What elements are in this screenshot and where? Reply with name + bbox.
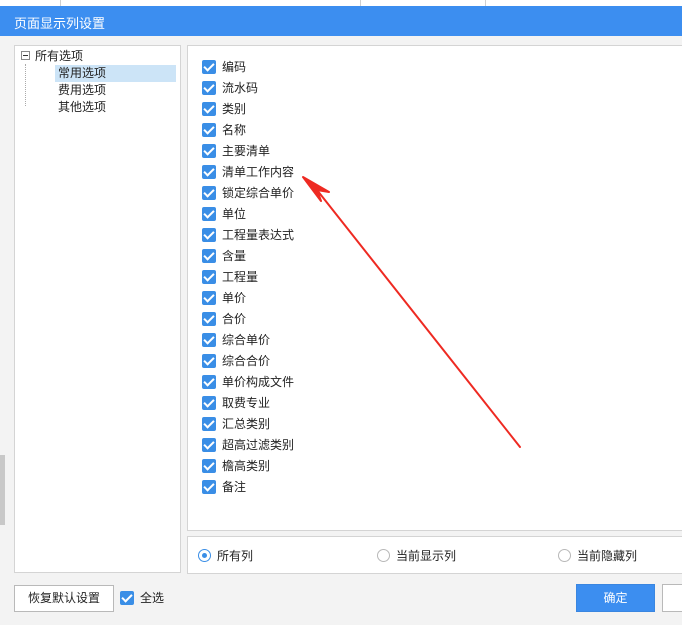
tree-node-fee-options[interactable]: 费用选项 xyxy=(55,82,109,99)
checkbox-checked-icon[interactable] xyxy=(202,290,216,305)
tree-node-label: 常用选项 xyxy=(58,66,107,80)
column-label: 单价构成文件 xyxy=(222,375,295,389)
column-item[interactable]: 单价构成文件 xyxy=(202,373,294,391)
cancel-button[interactable] xyxy=(662,584,682,612)
radio-selected-icon[interactable] xyxy=(198,549,211,562)
column-item[interactable]: 工程量表达式 xyxy=(202,226,294,244)
radio-shown-columns[interactable]: 当前显示列 xyxy=(377,547,456,565)
dialog-title: 页面显示列设置 xyxy=(14,17,106,32)
column-item[interactable]: 超高过滤类别 xyxy=(202,436,294,454)
column-label: 单位 xyxy=(222,207,247,221)
checkbox-checked-icon[interactable] xyxy=(202,164,216,179)
column-item[interactable]: 锁定综合单价 xyxy=(202,184,294,202)
tree-node-label: 所有选项 xyxy=(35,49,84,63)
tree-node-label: 其他选项 xyxy=(58,100,107,114)
column-label: 类别 xyxy=(222,102,247,116)
column-label: 锁定综合单价 xyxy=(222,186,295,200)
select-all-checkbox[interactable]: 全选 xyxy=(120,589,164,607)
column-label: 主要清单 xyxy=(222,144,271,158)
column-item[interactable]: 编码 xyxy=(202,58,246,76)
checkbox-checked-icon[interactable] xyxy=(202,311,216,326)
checkbox-checked-icon[interactable] xyxy=(202,143,216,158)
checkbox-checked-icon[interactable] xyxy=(202,479,216,494)
column-label: 单价 xyxy=(222,291,247,305)
column-item[interactable]: 名称 xyxy=(202,121,246,139)
checkbox-checked-icon[interactable] xyxy=(202,80,216,95)
radio-unselected-icon[interactable] xyxy=(558,549,571,562)
checkbox-checked-icon[interactable] xyxy=(202,227,216,242)
checkbox-checked-icon[interactable] xyxy=(202,395,216,410)
column-item[interactable]: 汇总类别 xyxy=(202,415,270,433)
column-label: 编码 xyxy=(222,60,247,74)
column-item[interactable]: 取费专业 xyxy=(202,394,270,412)
radio-label: 所有列 xyxy=(217,549,254,563)
tree-node-all-options[interactable]: 所有选项 xyxy=(21,48,83,65)
checkbox-checked-icon[interactable] xyxy=(202,185,216,200)
ok-button[interactable]: 确定 xyxy=(576,584,655,612)
column-item[interactable]: 单价 xyxy=(202,289,246,307)
column-item[interactable]: 合价 xyxy=(202,310,246,328)
radio-label: 当前显示列 xyxy=(396,549,457,563)
column-item[interactable]: 单位 xyxy=(202,205,246,223)
column-label: 含量 xyxy=(222,249,247,263)
column-item[interactable]: 综合单价 xyxy=(202,331,270,349)
dialog-titlebar[interactable]: 页面显示列设置 xyxy=(0,6,682,36)
checkbox-checked-icon[interactable] xyxy=(202,437,216,452)
column-item[interactable]: 流水码 xyxy=(202,79,258,97)
checkbox-checked-icon[interactable] xyxy=(202,122,216,137)
column-item[interactable]: 工程量 xyxy=(202,268,258,286)
radio-unselected-icon[interactable] xyxy=(377,549,390,562)
checkbox-checked-icon[interactable] xyxy=(202,416,216,431)
checkbox-checked-icon[interactable] xyxy=(202,59,216,74)
column-item[interactable]: 主要清单 xyxy=(202,142,270,160)
tree-node-common-options[interactable]: 常用选项 xyxy=(55,65,176,82)
restore-defaults-button[interactable]: 恢复默认设置 xyxy=(14,585,114,612)
column-item[interactable]: 清单工作内容 xyxy=(202,163,294,181)
column-filter-bar: 所有列 当前显示列 当前隐藏列 xyxy=(187,536,682,574)
radio-all-columns[interactable]: 所有列 xyxy=(198,547,253,565)
checkbox-checked-icon[interactable] xyxy=(120,590,134,605)
column-label: 备注 xyxy=(222,480,247,494)
column-label: 流水码 xyxy=(222,81,259,95)
background-window-edge xyxy=(0,455,5,525)
tree-node-label: 费用选项 xyxy=(58,83,107,97)
column-item[interactable]: 综合合价 xyxy=(202,352,270,370)
checkbox-checked-icon[interactable] xyxy=(202,353,216,368)
tree-node-other-options[interactable]: 其他选项 xyxy=(55,99,109,116)
column-label: 檐高类别 xyxy=(222,459,271,473)
checkbox-checked-icon[interactable] xyxy=(202,206,216,221)
select-all-label: 全选 xyxy=(140,591,165,605)
column-label: 工程量 xyxy=(222,270,259,284)
column-label: 超高过滤类别 xyxy=(222,438,295,452)
checkbox-checked-icon[interactable] xyxy=(202,269,216,284)
checkbox-checked-icon[interactable] xyxy=(202,458,216,473)
column-label: 综合合价 xyxy=(222,354,271,368)
radio-hidden-columns[interactable]: 当前隐藏列 xyxy=(558,547,637,565)
column-label: 工程量表达式 xyxy=(222,228,295,242)
column-item[interactable]: 檐高类别 xyxy=(202,457,270,475)
checkbox-checked-icon[interactable] xyxy=(202,332,216,347)
column-item[interactable]: 含量 xyxy=(202,247,246,265)
column-label: 合价 xyxy=(222,312,247,326)
collapse-icon[interactable] xyxy=(21,51,30,60)
tree-connector-line xyxy=(25,64,26,106)
column-label: 综合单价 xyxy=(222,333,271,347)
column-checklist[interactable]: 编码 流水码 类别 名称 主要清单 清单工作内容 锁定综合单价 单位 工程量表达… xyxy=(187,45,682,531)
options-tree[interactable]: 所有选项 常用选项 费用选项 其他选项 xyxy=(14,45,181,573)
checkbox-checked-icon[interactable] xyxy=(202,374,216,389)
checkbox-checked-icon[interactable] xyxy=(202,248,216,263)
column-item[interactable]: 类别 xyxy=(202,100,246,118)
column-item[interactable]: 备注 xyxy=(202,478,246,496)
column-label: 汇总类别 xyxy=(222,417,271,431)
column-label: 名称 xyxy=(222,123,247,137)
checkbox-checked-icon[interactable] xyxy=(202,101,216,116)
radio-label: 当前隐藏列 xyxy=(577,549,638,563)
column-label: 清单工作内容 xyxy=(222,165,295,179)
column-label: 取费专业 xyxy=(222,396,271,410)
